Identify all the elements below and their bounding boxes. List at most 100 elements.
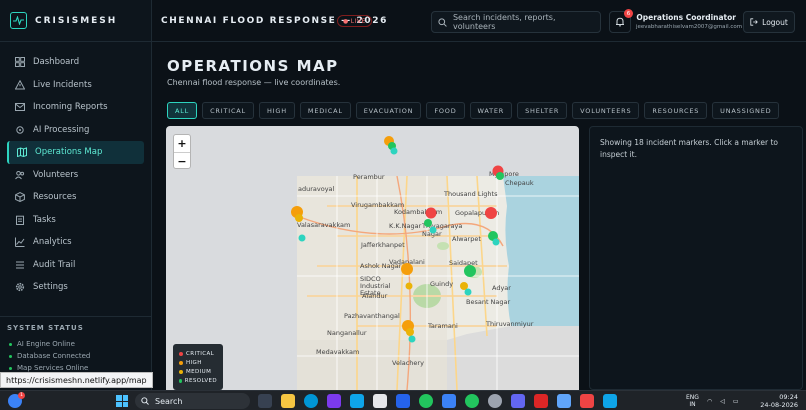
battery-icon[interactable]: ▭ (733, 398, 739, 405)
region-code: IN (689, 401, 696, 408)
sidebar-item-tasks[interactable]: Tasks (7, 209, 144, 232)
filter-volunteers[interactable]: VOLUNTEERS (572, 102, 640, 119)
zoom-in-button[interactable]: + (174, 135, 190, 152)
marker-high[interactable] (401, 263, 413, 275)
taskbar-apps (258, 394, 617, 408)
marker-medium[interactable] (295, 214, 303, 222)
logout-button[interactable]: Logout (743, 11, 795, 33)
filter-shelter[interactable]: SHELTER (517, 102, 568, 119)
status-dot-icon (9, 366, 12, 370)
critical-dot-icon (179, 351, 183, 356)
filter-bar: ALL CRITICAL HIGH MEDICAL EVACUATION FOO… (167, 102, 780, 119)
discord-icon[interactable] (511, 394, 525, 408)
legend-label: CRITICAL (186, 350, 215, 357)
status-text: Database Connected (17, 352, 91, 360)
widgets-badge: 1 (18, 392, 25, 399)
sidebar-item-analytics[interactable]: Analytics (7, 231, 144, 254)
legend-label: HIGH (186, 359, 202, 366)
edge-icon[interactable] (350, 394, 364, 408)
sidebar-item-settings[interactable]: Settings (7, 276, 144, 299)
zoom-out-button[interactable]: − (174, 152, 190, 169)
inbox-icon (15, 103, 25, 112)
whatsapp-icon[interactable] (465, 394, 479, 408)
wifi-icon[interactable]: ◠ (707, 398, 712, 405)
mail-icon[interactable] (557, 394, 571, 408)
marker-volunteer[interactable] (408, 335, 416, 343)
notifications-button[interactable]: 6 (609, 9, 633, 33)
sidebar-item-ai-processing[interactable]: AI Processing (7, 119, 144, 142)
sidebar-item-operations-map[interactable]: Operations Map (7, 141, 144, 164)
app-icon[interactable] (442, 394, 456, 408)
status-text: Map Services Online (17, 364, 89, 372)
pulse-logo-icon (10, 12, 27, 29)
chrome-icon[interactable] (419, 394, 433, 408)
marker-volunteer[interactable] (464, 288, 472, 296)
sidebar-item-dashboard[interactable]: Dashboard (7, 51, 144, 74)
status-line: Database Connected (7, 350, 145, 362)
vscode-icon[interactable] (396, 394, 410, 408)
filter-unassigned[interactable]: UNASSIGNED (712, 102, 780, 119)
filter-evacuation[interactable]: EVACUATION (355, 102, 422, 119)
high-dot-icon (179, 360, 183, 365)
marker-medium[interactable] (405, 282, 413, 290)
clock[interactable]: 09:24 24-08-2026 (752, 393, 798, 409)
search-input[interactable]: Search incidents, reports, volunteers (431, 11, 601, 33)
sidebar-item-label: Resources (33, 192, 77, 203)
sidebar-item-audit-trail[interactable]: Audit Trail (7, 254, 144, 277)
widgets-icon[interactable]: 1 (8, 392, 25, 408)
live-dot-icon: ● (343, 17, 349, 25)
windows-start-icon[interactable] (116, 395, 128, 407)
sidebar-item-resources[interactable]: Resources (7, 186, 144, 209)
wps-icon[interactable] (580, 394, 594, 408)
file-explorer-icon[interactable] (281, 394, 295, 408)
marker-resolved[interactable] (424, 219, 432, 227)
hp-icon[interactable] (304, 394, 318, 408)
sidebar-item-incoming-reports[interactable]: Incoming Reports (7, 96, 144, 119)
bell-icon (616, 17, 624, 27)
legend-item: CRITICAL (179, 349, 217, 358)
marker-info-panel: Showing 18 incident markers. Click a mar… (589, 126, 803, 390)
user-profile[interactable]: Operations Coordinator jeevabharathiselv… (636, 13, 742, 30)
chatgpt-icon[interactable] (488, 394, 502, 408)
chart-icon (15, 237, 25, 248)
marker-medium[interactable] (406, 328, 414, 336)
mcafee-icon[interactable] (534, 394, 548, 408)
box-icon (15, 192, 25, 203)
legend-item: MEDIUM (179, 367, 217, 376)
sidebar-item-label: Operations Map (35, 147, 103, 158)
filter-all[interactable]: ALL (167, 102, 198, 119)
filter-resources[interactable]: RESOURCES (644, 102, 708, 119)
copilot-icon[interactable] (327, 394, 341, 408)
live-label: LIVE (350, 17, 366, 25)
brand[interactable]: CRISISMESH (0, 0, 151, 42)
filter-medical[interactable]: MEDICAL (299, 102, 351, 119)
taskbar-search[interactable]: Search (135, 393, 250, 409)
marker-resolved[interactable] (464, 265, 476, 277)
marker-volunteer[interactable] (298, 234, 306, 242)
legend-label: MEDIUM (186, 368, 212, 375)
status-dot-icon (9, 342, 12, 346)
filter-critical[interactable]: CRITICAL (202, 102, 254, 119)
volume-icon[interactable]: ◁ (720, 398, 725, 405)
marker-critical[interactable] (425, 207, 437, 219)
sidebar-item-label: Incoming Reports (33, 102, 108, 113)
filter-high[interactable]: HIGH (258, 102, 295, 119)
status-text: AI Engine Online (17, 340, 75, 348)
filter-food[interactable]: FOOD (426, 102, 465, 119)
sidebar-item-live-incidents[interactable]: Live Incidents (7, 74, 144, 97)
operations-map[interactable]: Perambur aduravoyal Virugambakkam Valasa… (166, 126, 579, 390)
marker-volunteer[interactable] (492, 238, 500, 246)
status-dot-icon (9, 354, 12, 358)
task-view-icon[interactable] (258, 394, 272, 408)
logout-label: Logout (762, 17, 788, 27)
sidebar-item-volunteers[interactable]: Volunteers (7, 164, 144, 187)
marker-resolved[interactable] (496, 172, 504, 180)
app2-icon[interactable] (603, 394, 617, 408)
store-icon[interactable] (373, 394, 387, 408)
filter-water[interactable]: WATER (469, 102, 513, 119)
marker-volunteer[interactable] (390, 147, 398, 155)
marker-volunteer[interactable] (429, 226, 437, 234)
language-indicator[interactable]: ENG IN (686, 394, 699, 408)
marker-critical[interactable] (485, 207, 497, 219)
language-code: ENG (686, 394, 699, 401)
